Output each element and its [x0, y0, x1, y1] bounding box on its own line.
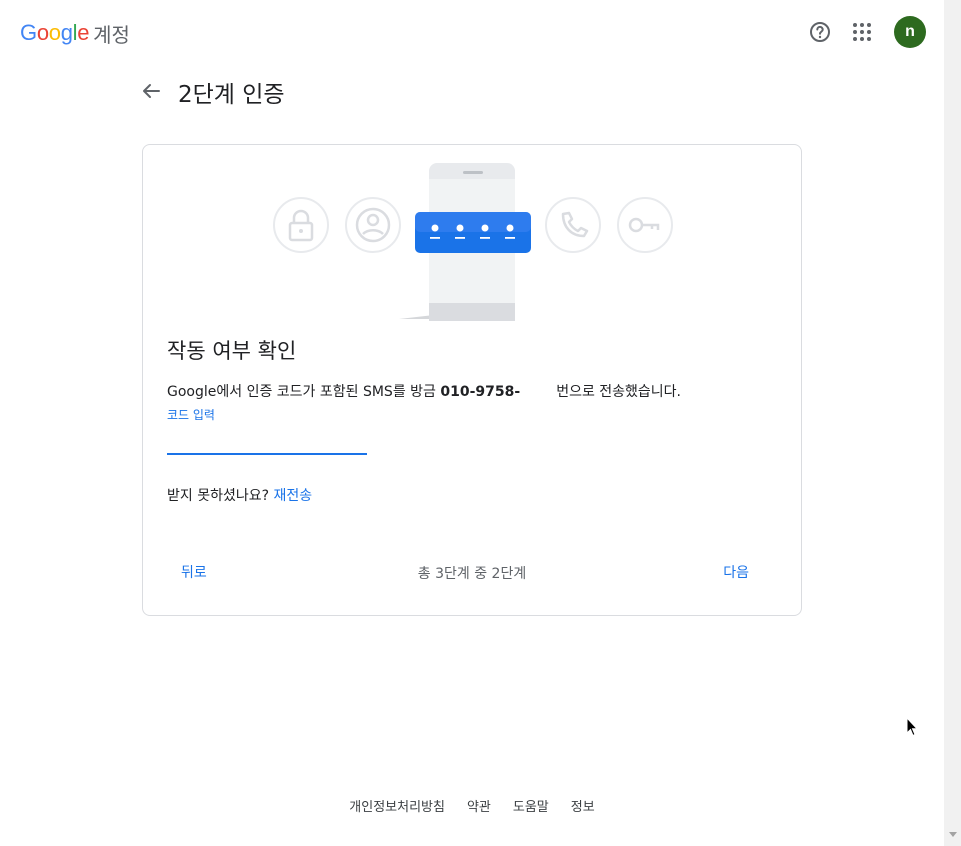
footer-link-privacy[interactable]: 개인정보처리방침	[349, 796, 445, 815]
footer-link-help[interactable]: 도움말	[513, 796, 549, 815]
next-button[interactable]: 다음	[723, 562, 749, 582]
page: Google 계정 n 2단계 인증 작동 여부 확인 Google에서 인증 …	[0, 0, 944, 846]
key-icon	[617, 197, 673, 253]
resend-question: 받지 못하셨나요?	[167, 488, 274, 504]
footer-link-terms[interactable]: 약관	[467, 796, 491, 815]
code-input[interactable]	[167, 425, 367, 455]
scroll-down-arrow-icon[interactable]	[949, 832, 957, 837]
logo-letter: o	[48, 20, 61, 45]
footer-links: 개인정보처리방침 약관 도움말 정보	[0, 796, 944, 815]
sms-message: Google에서 인증 코드가 포함된 SMS를 방금 010-9758- 번으로…	[167, 381, 681, 401]
phone-call-icon	[545, 197, 601, 253]
page-title: 2단계 인증	[178, 82, 285, 108]
logo-letter: e	[77, 20, 90, 45]
logo-letter: G	[20, 20, 37, 45]
account-avatar[interactable]: n	[894, 16, 926, 48]
lock-icon	[273, 197, 329, 253]
footer-link-about[interactable]: 정보	[571, 796, 595, 815]
apps-grid-icon[interactable]	[846, 16, 878, 48]
help-icon[interactable]	[804, 16, 836, 48]
logo-letter: o	[36, 20, 49, 45]
resend-link[interactable]: 재전송	[274, 488, 313, 504]
google-logo: Google	[20, 20, 89, 46]
step-indicator: 총 3단계 중 2단계	[417, 566, 527, 582]
card-actions: 뒤로 총 3단계 중 2단계 다음	[143, 557, 801, 587]
product-name: 계정	[93, 22, 130, 47]
sms-text-before: Google에서 인증 코드가 포함된 SMS를 방금	[167, 384, 441, 400]
logo-letter: g	[60, 20, 73, 45]
code-input-label: 코드 입력	[167, 408, 215, 422]
vertical-scrollbar[interactable]	[944, 0, 961, 846]
arrow-left-icon[interactable]	[139, 79, 163, 103]
sms-text-after: 번으로 전송했습니다.	[556, 384, 682, 400]
two-step-illustration	[273, 163, 673, 321]
card-heading: 작동 여부 확인	[167, 339, 297, 363]
resend-row: 받지 못하셨나요? 재전송	[167, 485, 312, 505]
account-icon	[345, 197, 401, 253]
mouse-cursor-icon	[906, 717, 918, 737]
verification-card: 작동 여부 확인 Google에서 인증 코드가 포함된 SMS를 방금 010…	[142, 144, 802, 616]
google-account-brand[interactable]: Google 계정	[20, 18, 130, 48]
phone-number: 010-9758-	[440, 384, 521, 400]
